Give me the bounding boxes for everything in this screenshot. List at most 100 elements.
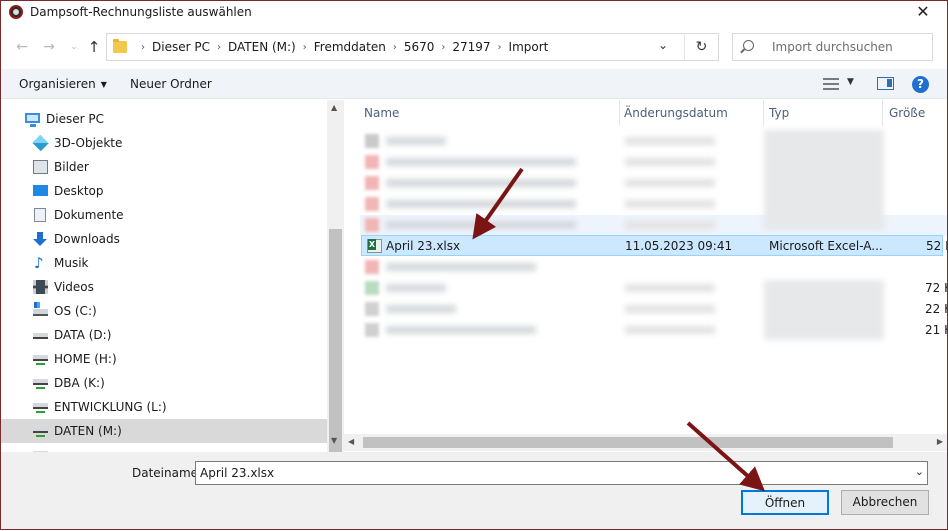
pdf-icon: [365, 197, 379, 211]
file-type: Microsoft Excel-A...: [769, 239, 883, 253]
sidebar-item-data-d[interactable]: DATA (D:): [1, 323, 327, 347]
address-dropdown-chevron-icon[interactable]: ⌄: [654, 38, 672, 52]
cube-icon: [32, 134, 49, 152]
sidebar-scrollbar[interactable]: ▲ ▼: [327, 100, 344, 479]
forward-button[interactable]: →: [40, 38, 58, 56]
search-icon: [743, 40, 754, 51]
back-button[interactable]: ←: [13, 38, 31, 56]
folder-icon: [113, 39, 127, 53]
file-open-dialog: Dampsoft-Rechnungsliste auswählen ✕ ← → …: [0, 0, 948, 530]
search-placeholder: Import durchsuchen: [772, 40, 893, 54]
column-header-date[interactable]: Änderungsdatum: [624, 100, 764, 126]
sidebar-item-desktop[interactable]: Desktop: [1, 179, 327, 203]
folder-icon: [365, 134, 379, 148]
close-button[interactable]: ✕: [913, 2, 933, 22]
navigation-pane: Dieser PC 3D-Objekte Bilder Desktop Doku…: [1, 100, 344, 452]
list-item[interactable]: [360, 257, 947, 278]
file-icon: [365, 302, 379, 316]
sidebar-item-daten-m[interactable]: DATEN (M:): [1, 419, 327, 443]
breadcrumb-separator[interactable]: ›: [393, 40, 397, 55]
sidebar-item-os-c[interactable]: OS (C:): [1, 299, 327, 323]
view-caret-down-icon[interactable]: ▼: [847, 77, 854, 87]
sidebar-item-partial[interactable]: [1, 443, 327, 452]
sidebar-item-documents[interactable]: Dokumente: [1, 203, 327, 227]
sidebar-item-label: ENTWICKLUNG (L:): [54, 400, 167, 414]
sidebar-item-home-h[interactable]: HOME (H:): [1, 347, 327, 371]
breadcrumb-item[interactable]: Dieser PC: [152, 40, 210, 55]
excel-file-icon: [365, 281, 379, 295]
horizontal-scrollbar[interactable]: ◀ ▶: [344, 434, 947, 451]
preview-pane-icon[interactable]: [877, 77, 894, 90]
filename-label: Dateiname:: [132, 466, 203, 480]
breadcrumb-separator[interactable]: ›: [303, 40, 307, 55]
refresh-icon[interactable]: ↻: [684, 34, 718, 60]
network-drive-icon: [33, 379, 48, 389]
redacted-area: [764, 130, 884, 230]
sidebar-item-label: Musik: [54, 256, 89, 270]
sidebar-item-label: Dokumente: [54, 208, 124, 222]
column-header-size[interactable]: Größe: [889, 100, 947, 126]
sidebar-item-downloads[interactable]: Downloads: [1, 227, 327, 251]
breadcrumb-separator[interactable]: ›: [441, 40, 445, 55]
breadcrumb-item[interactable]: 5670: [404, 40, 435, 55]
sidebar-item-label: DATEN (M:): [54, 424, 122, 438]
sidebar-item-label: DBA (K:): [54, 376, 105, 390]
sidebar-item-label: OS (C:): [54, 304, 97, 318]
scrollbar-thumb[interactable]: [363, 437, 893, 448]
dialog-footer: Dateiname: April 23.xlsx ⌄ Öffnen Abbrec…: [1, 452, 947, 529]
file-list: ^ Name Änderungsdatum Typ Größe X April …: [344, 100, 947, 452]
sidebar-item-this-pc[interactable]: Dieser PC: [1, 107, 327, 131]
search-input[interactable]: Import durchsuchen: [732, 33, 933, 61]
sidebar-item-entwicklung-l[interactable]: ENTWICKLUNG (L:): [1, 395, 327, 419]
recent-locations-chevron-icon[interactable]: ⌄: [65, 38, 83, 56]
redacted-area: [764, 280, 884, 340]
scroll-left-arrow-icon[interactable]: ◀: [348, 437, 354, 446]
file-size: 52 K: [926, 239, 947, 253]
cancel-button[interactable]: Abbrechen: [841, 490, 929, 515]
sidebar-item-music[interactable]: ♪ Musik: [1, 251, 327, 275]
scroll-down-arrow-icon[interactable]: ▼: [331, 436, 337, 445]
table-row-selected[interactable]: April 23.xlsx 11.05.2023 09:41 Microsoft…: [361, 235, 947, 256]
pictures-icon: [33, 160, 48, 174]
app-icon: [9, 5, 23, 19]
sidebar-item-dba-k[interactable]: DBA (K:): [1, 371, 327, 395]
file-date: 11.05.2023 09:41: [625, 239, 733, 253]
breadcrumb-item[interactable]: DATEN (M:): [228, 40, 296, 55]
column-header-name[interactable]: Name: [364, 100, 620, 126]
breadcrumb-separator[interactable]: ›: [217, 40, 221, 55]
filename-input[interactable]: April 23.xlsx ⌄: [195, 461, 928, 485]
scroll-up-arrow-icon[interactable]: ▲: [331, 103, 337, 112]
view-options-icon[interactable]: [823, 78, 839, 90]
column-header-type[interactable]: Typ: [769, 100, 883, 126]
sidebar-item-videos[interactable]: Videos: [1, 275, 327, 299]
new-folder-button[interactable]: Neuer Ordner: [130, 77, 212, 91]
pdf-icon: [365, 155, 379, 169]
breadcrumb-item[interactable]: Import: [509, 40, 549, 55]
breadcrumb-separator[interactable]: ›: [498, 40, 502, 55]
sidebar-item-label: 3D-Objekte: [54, 136, 123, 150]
up-button[interactable]: ↑: [85, 38, 103, 56]
sidebar-item-label: Videos: [54, 280, 94, 294]
open-button[interactable]: Öffnen: [741, 490, 829, 515]
sidebar-item-3d-objects[interactable]: 3D-Objekte: [1, 131, 327, 155]
breadcrumb-item[interactable]: 27197: [452, 40, 490, 55]
organize-button[interactable]: Organisieren ▼: [19, 77, 107, 91]
pdf-icon: [365, 260, 379, 274]
address-bar[interactable]: › Dieser PC › DATEN (M:) › Fremddaten › …: [106, 33, 719, 61]
scroll-right-arrow-icon[interactable]: ▶: [937, 437, 943, 446]
video-icon: [33, 280, 48, 294]
command-bar: Organisieren ▼ Neuer Ordner ▼ ?: [1, 69, 947, 99]
music-icon: ♪: [34, 254, 44, 272]
sidebar-item-pictures[interactable]: Bilder: [1, 155, 327, 179]
pc-icon: [25, 113, 40, 127]
help-icon[interactable]: ?: [912, 76, 929, 93]
window-title: Dampsoft-Rechnungsliste auswählen: [30, 5, 252, 19]
sidebar-item-label: Desktop: [54, 184, 104, 198]
excel-file-icon: [367, 239, 382, 253]
file-size: 21 K: [925, 323, 947, 337]
chevron-down-icon[interactable]: ⌄: [915, 465, 924, 478]
pdf-icon: [365, 218, 379, 232]
breadcrumb-item[interactable]: Fremddaten: [314, 40, 386, 55]
file-name: April 23.xlsx: [386, 239, 461, 253]
file-icon: [365, 323, 379, 337]
